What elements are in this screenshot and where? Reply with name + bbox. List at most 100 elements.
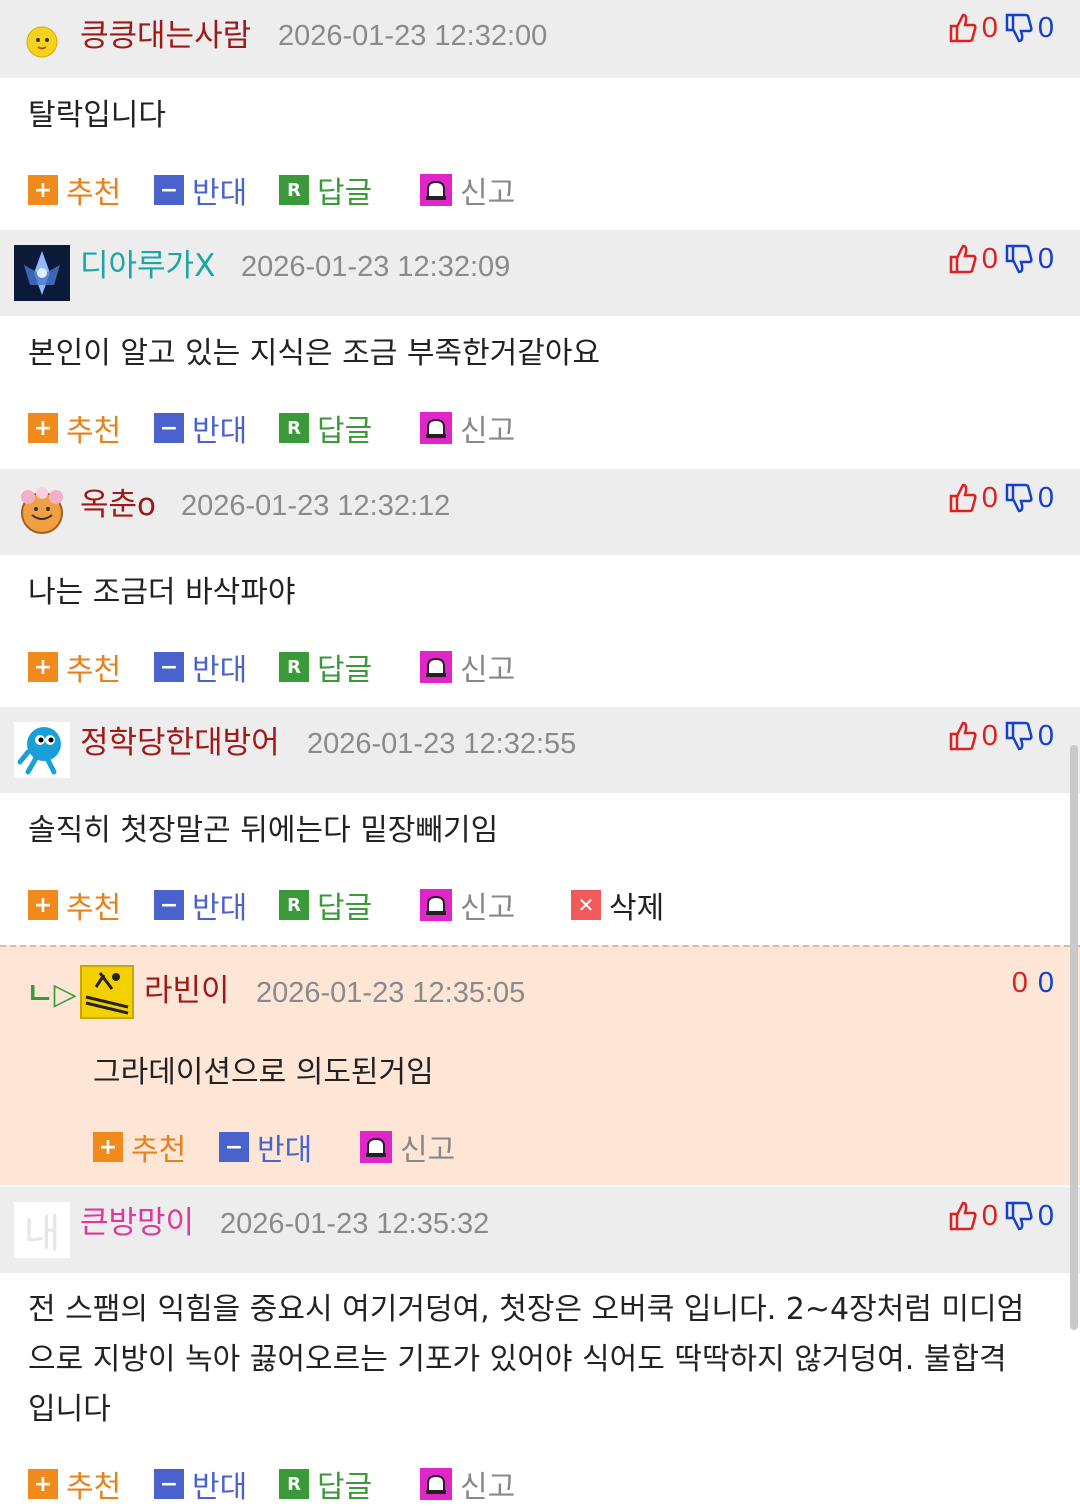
oppose-label: 반대 xyxy=(192,1470,248,1505)
recommend-button[interactable]: + 추천 xyxy=(28,408,121,449)
comment-date: 2026-01-23 12:32:00 xyxy=(278,20,548,52)
thumbs-down-icon[interactable] xyxy=(1004,482,1034,514)
scrollbar[interactable] xyxy=(1070,745,1078,1330)
report-button[interactable]: 신고 xyxy=(420,647,515,688)
comment-date: 2026-01-23 12:32:09 xyxy=(241,251,511,283)
comment-text-line: 입니다 xyxy=(28,1392,111,1427)
reply-button[interactable]: R 답글 xyxy=(279,170,373,211)
reply-icon: R xyxy=(279,890,309,920)
thumbs-down-icon[interactable] xyxy=(1004,1200,1034,1232)
plus-icon: + xyxy=(28,175,58,205)
avatar[interactable] xyxy=(14,722,70,778)
comment-nickname[interactable]: 큰방망이 xyxy=(80,1203,194,1243)
oppose-button[interactable]: − 반대 xyxy=(154,647,247,688)
avatar[interactable]: 내 xyxy=(14,1202,70,1258)
recommend-button[interactable]: + 추천 xyxy=(28,647,121,688)
oppose-button[interactable]: − 반대 xyxy=(154,170,248,211)
reply-date: 2026-01-23 12:35:05 xyxy=(256,977,526,1009)
comment-header: 킁킁대는사람 2026-01-23 12:32:00 0 0 xyxy=(0,0,1080,78)
oppose-label: 반대 xyxy=(192,176,248,211)
thumbs-up-icon[interactable] xyxy=(948,1200,978,1232)
recommend-button[interactable]: + 추천 xyxy=(93,1127,187,1168)
oppose-button[interactable]: − 반대 xyxy=(154,885,248,926)
oppose-label: 반대 xyxy=(192,414,248,449)
report-button[interactable]: 신고 xyxy=(420,885,516,926)
reply-label: 답글 xyxy=(317,176,373,211)
avatar[interactable] xyxy=(14,245,70,301)
thumbs-down-icon[interactable] xyxy=(1004,720,1034,752)
comment-header: 디아루가X 2026-01-23 12:32:09 0 0 xyxy=(0,230,1080,316)
delete-label: 삭제 xyxy=(609,891,665,926)
comment-nickname[interactable]: 정학당한대방어 xyxy=(80,723,280,763)
reply-comment: ㄴ▷ 라빈이 2026-01-23 12:35:05 0 0 그라데이션으로 의… xyxy=(0,945,1080,1185)
reply-button[interactable]: R 답글 xyxy=(279,408,372,449)
vote-counts: 0 0 xyxy=(948,239,1054,279)
reply-button[interactable]: R 답글 xyxy=(279,1464,372,1505)
minus-icon: − xyxy=(154,890,184,920)
comment-text: 탈락입니다 xyxy=(28,98,166,133)
downvote-count: 0 xyxy=(1037,719,1054,752)
vote-counts: 0 0 xyxy=(948,478,1054,518)
recommend-button[interactable]: + 추천 xyxy=(28,885,122,926)
oppose-button[interactable]: − 반대 xyxy=(154,408,248,449)
siren-icon xyxy=(420,1468,452,1500)
oppose-label: 반대 xyxy=(257,1133,313,1168)
avatar[interactable] xyxy=(80,965,134,1019)
siren-icon xyxy=(420,651,452,683)
comment-text: 솔직히 첫장말곤 뒤에는다 밑장빼기임 xyxy=(28,813,499,848)
report-label: 신고 xyxy=(460,891,516,926)
vote-counts: 0 0 xyxy=(948,8,1054,48)
report-button[interactable]: 신고 xyxy=(420,408,515,449)
comment-nickname[interactable]: 킁킁대는사람 xyxy=(80,16,251,56)
upvote-count: 0 xyxy=(981,719,998,752)
vote-counts: 0 0 xyxy=(1012,963,1054,1003)
upvote-count: 0 xyxy=(1011,966,1028,999)
comment-nickname[interactable]: 디아루가X xyxy=(80,246,215,286)
thumbs-up-icon[interactable] xyxy=(948,482,978,514)
avatar[interactable] xyxy=(14,22,70,78)
downvote-count: 0 xyxy=(1037,481,1054,514)
siren-icon xyxy=(420,889,452,921)
plus-icon: + xyxy=(93,1132,123,1162)
thumbs-down-icon[interactable] xyxy=(1004,12,1034,44)
reply-icon: R xyxy=(279,175,309,205)
delete-button[interactable]: ✕ 삭제 xyxy=(571,885,665,926)
downvote-count: 0 xyxy=(1037,966,1054,999)
reply-text: 그라데이션으로 의도된거임 xyxy=(93,1055,434,1090)
downvote-count: 0 xyxy=(1037,1199,1054,1232)
report-button[interactable]: 신고 xyxy=(360,1127,455,1168)
reply-button[interactable]: R 답글 xyxy=(279,647,373,688)
reply-label: 답글 xyxy=(317,653,373,688)
recommend-button[interactable]: + 추천 xyxy=(28,1464,122,1505)
thumbs-up-icon[interactable] xyxy=(948,243,978,275)
oppose-button[interactable]: − 반대 xyxy=(154,1464,248,1505)
oppose-label: 반대 xyxy=(192,891,248,926)
comment-text-line: 으로 지방이 녹아 끓어오르는 기포가 있어야 식어도 딱딱하지 않거덩여. 불… xyxy=(28,1342,1007,1377)
report-button[interactable]: 신고 xyxy=(420,170,515,211)
plus-icon: + xyxy=(28,652,58,682)
thumbs-up-icon[interactable] xyxy=(948,720,978,752)
reply-button[interactable]: R 답글 xyxy=(279,885,372,926)
oppose-button[interactable]: − 반대 xyxy=(219,1127,313,1168)
comment-header: 내 큰방망이 2026-01-23 12:35:32 0 0 xyxy=(0,1187,1080,1273)
reply-arrow-icon: ㄴ▷ xyxy=(26,977,77,1012)
avatar[interactable] xyxy=(14,483,70,539)
reply-nickname[interactable]: 라빈이 xyxy=(144,971,230,1011)
recommend-label: 추천 xyxy=(66,891,122,926)
plus-icon: + xyxy=(28,890,58,920)
recommend-label: 추천 xyxy=(131,1133,187,1168)
upvote-count: 0 xyxy=(981,11,998,44)
minus-icon: − xyxy=(154,413,184,443)
comment-nickname[interactable]: 옥춘o xyxy=(80,485,156,525)
recommend-button[interactable]: + 추천 xyxy=(28,170,121,211)
thumbs-up-icon[interactable] xyxy=(948,12,978,44)
report-button[interactable]: 신고 xyxy=(420,1464,516,1505)
recommend-label: 추천 xyxy=(66,1470,122,1505)
avatar-text: 내 xyxy=(23,1211,61,1257)
vote-counts: 0 0 xyxy=(948,716,1054,756)
thumbs-down-icon[interactable] xyxy=(1004,243,1034,275)
plus-icon: + xyxy=(28,1469,58,1499)
report-label: 신고 xyxy=(460,1470,516,1505)
siren-icon xyxy=(360,1131,392,1163)
upvote-count: 0 xyxy=(981,481,998,514)
